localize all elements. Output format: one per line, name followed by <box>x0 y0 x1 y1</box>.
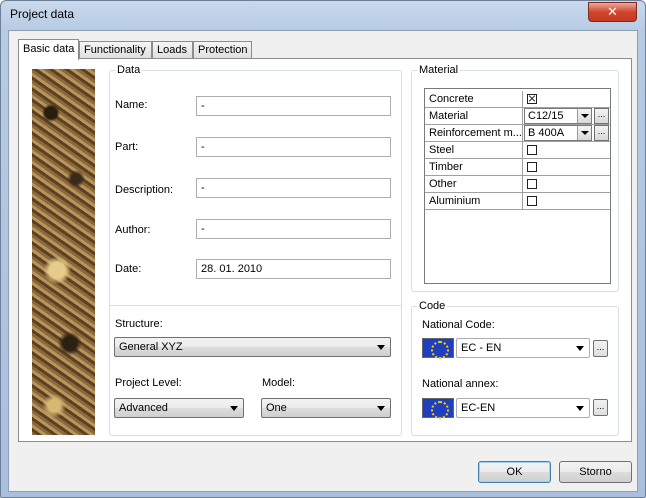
name-label: Name: <box>115 99 148 111</box>
part-label: Part: <box>115 141 139 153</box>
tab-loads[interactable]: Loads <box>152 41 193 59</box>
material-group-legend: Material <box>419 64 459 76</box>
date-input[interactable]: 28. 01. 2010 <box>196 259 391 279</box>
title-bar[interactable]: Project data ✕ <box>1 1 645 29</box>
chevron-down-icon <box>377 406 385 411</box>
tab-basic-data[interactable]: Basic data <box>18 39 79 60</box>
decorative-photo <box>32 69 95 435</box>
row-label: Aluminium <box>425 193 523 209</box>
timber-checkbox[interactable] <box>527 162 537 172</box>
national-annex-label: National annex: <box>422 378 499 390</box>
national-code-browse-button[interactable]: ... <box>593 340 608 357</box>
material-property-grid: Concrete Material C12/15 ... Reinforceme… <box>424 88 611 284</box>
material-row-concrete: Concrete <box>425 91 610 108</box>
steel-checkbox[interactable] <box>527 145 537 155</box>
material-row-reinforcement: Reinforcement m... B 400A ... <box>425 125 610 142</box>
national-code-select[interactable]: EC - EN <box>456 338 590 358</box>
material-row-material: Material C12/15 ... <box>425 108 610 125</box>
chevron-down-icon <box>230 406 238 411</box>
material-row-other: Other <box>425 176 610 193</box>
national-code-value: EC - EN <box>461 342 502 354</box>
eu-flag-icon <box>422 398 454 419</box>
chevron-down-icon <box>576 346 584 351</box>
national-annex-browse-button[interactable]: ... <box>593 399 608 416</box>
window-title: Project data <box>10 7 75 21</box>
reinforcement-value: B 400A <box>528 127 565 139</box>
structure-label: Structure: <box>115 318 163 330</box>
author-input[interactable]: - <box>196 219 391 239</box>
concrete-checkbox[interactable] <box>527 94 537 104</box>
aluminium-checkbox[interactable] <box>527 196 537 206</box>
chevron-down-icon <box>577 109 591 123</box>
material-grade-value: C12/15 <box>528 110 564 122</box>
project-level-label: Project Level: <box>115 377 182 389</box>
date-label: Date: <box>115 263 142 275</box>
data-group-legend: Data <box>117 64 141 76</box>
model-select[interactable]: One <box>261 398 391 418</box>
description-label: Description: <box>115 184 174 196</box>
code-group-legend: Code <box>419 300 446 312</box>
tab-functionality[interactable]: Functionality <box>79 41 152 59</box>
eu-flag-icon <box>422 338 454 359</box>
cancel-button[interactable]: Storno <box>559 461 632 483</box>
reinforcement-select[interactable]: B 400A <box>524 125 592 141</box>
material-row-timber: Timber <box>425 159 610 176</box>
model-value: One <box>266 402 287 414</box>
data-group-divider <box>110 305 401 306</box>
national-code-label: National Code: <box>422 319 495 331</box>
tab-protection[interactable]: Protection <box>193 41 252 59</box>
material-row-aluminium: Aluminium <box>425 193 610 210</box>
author-label: Author: <box>115 224 151 236</box>
chevron-down-icon <box>577 126 591 140</box>
chevron-down-icon <box>377 345 385 350</box>
material-grade-select[interactable]: C12/15 <box>524 108 592 124</box>
reinforcement-browse-button[interactable]: ... <box>594 125 609 141</box>
ok-button[interactable]: OK <box>478 461 551 483</box>
close-icon: ✕ <box>607 4 618 19</box>
national-annex-select[interactable]: EC-EN <box>456 398 590 418</box>
other-checkbox[interactable] <box>527 179 537 189</box>
name-input[interactable]: - <box>196 96 391 116</box>
close-button[interactable]: ✕ <box>588 2 637 22</box>
project-level-value: Advanced <box>119 402 168 414</box>
structure-value: General XYZ <box>119 341 183 353</box>
material-row-steel: Steel <box>425 142 610 159</box>
row-label: Timber <box>425 159 523 175</box>
row-label: Concrete <box>425 91 523 107</box>
chevron-down-icon <box>576 406 584 411</box>
row-label: Reinforcement m... <box>425 125 523 141</box>
material-browse-button[interactable]: ... <box>594 108 609 124</box>
model-label: Model: <box>262 377 296 389</box>
project-level-select[interactable]: Advanced <box>114 398 244 418</box>
part-input[interactable]: - <box>196 137 391 157</box>
description-input[interactable]: - <box>196 178 391 198</box>
row-label: Steel <box>425 142 523 158</box>
row-label: Other <box>425 176 523 192</box>
structure-select[interactable]: General XYZ <box>114 337 391 357</box>
project-data-window: Project data ✕ Basic data Functionality … <box>0 0 646 498</box>
national-annex-value: EC-EN <box>461 402 496 414</box>
row-label: Material <box>425 108 523 124</box>
